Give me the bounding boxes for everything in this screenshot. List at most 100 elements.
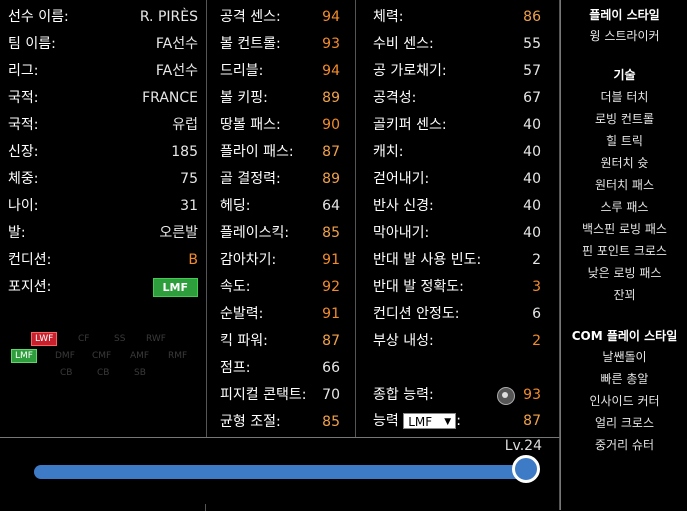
com-style-item: 얼리 크로스 <box>594 416 654 430</box>
stat-row: 피지컬 콘택트: 70 <box>220 382 340 408</box>
overall-value: 93 <box>523 387 541 403</box>
overall-label: 종합 능력: <box>373 387 434 403</box>
level-slider-track[interactable] <box>34 465 526 479</box>
stat-row: 반대 발 사용 빈도: 2 <box>373 247 541 273</box>
stat-value: 90 <box>322 117 340 133</box>
player-info-row: 발: 오른발 <box>8 220 198 246</box>
stat-value: 87 <box>322 144 340 160</box>
player-info-value: B <box>188 252 198 268</box>
position-badge: LMF <box>152 278 198 297</box>
stat-row: 감아차기: 91 <box>220 247 340 273</box>
stat-label: 공격성: <box>373 90 417 106</box>
stat-row: 플레이스킥: 85 <box>220 220 340 246</box>
ability-row: 능력 LMF ▼ : 87 <box>373 408 541 434</box>
stat-label: 골 결정력: <box>220 171 281 187</box>
stat-label: 플라이 패스: <box>220 144 294 160</box>
stat-label: 감아차기: <box>220 252 277 268</box>
ability-position-select[interactable]: LMF ▼ <box>403 413 457 429</box>
player-info-value: 유럽 <box>172 117 198 133</box>
skill-item: 잔꾀 <box>613 288 636 302</box>
stat-label: 순발력: <box>220 306 264 322</box>
stat-value: 66 <box>322 360 340 376</box>
player-info-value: 185 <box>171 144 198 160</box>
stat-row: 순발력: 91 <box>220 301 340 327</box>
skills-heading: 기술 <box>613 68 636 82</box>
com-style-item: 중거리 슈터 <box>594 438 654 452</box>
stat-value: 40 <box>523 198 541 214</box>
stat-row: 골키퍼 센스: 40 <box>373 112 541 138</box>
player-info-row: 컨디션: B <box>8 247 198 273</box>
stat-value: 92 <box>322 279 340 295</box>
stat-row: 반사 신경: 40 <box>373 193 541 219</box>
pos-cb-right: CB <box>97 368 110 378</box>
stat-row: 볼 컨트롤: 93 <box>220 31 340 57</box>
player-info-value: FA선수 <box>155 36 198 52</box>
stat-label: 볼 키핑: <box>220 90 268 106</box>
stats-panel-attack: 공격 센스: 94 볼 컨트롤: 93 드리블: 94 볼 키핑: 89 땅볼 패스: 90 플라이… <box>207 0 356 437</box>
stat-row: 킥 파워: 87 <box>220 328 340 354</box>
pos-amf: AMF <box>130 351 150 361</box>
skill-item: 로빙 컨트롤 <box>594 112 654 126</box>
stat-row: 수비 센스: 55 <box>373 31 541 57</box>
ability-value: 87 <box>523 413 541 429</box>
stat-row: 부상 내성: 2 <box>373 328 541 354</box>
stat-value: 91 <box>322 306 340 322</box>
stat-label: 공 가로채기: <box>373 63 447 79</box>
level-slider-knob[interactable] <box>512 455 540 483</box>
stat-label: 수비 센스: <box>373 36 434 52</box>
skill-item: 핀 포인트 크로스 <box>582 244 667 258</box>
stat-row: 플라이 패스: 87 <box>220 139 340 165</box>
pos-sb: SB <box>134 368 146 378</box>
player-info-label: 국적: <box>8 117 39 133</box>
player-info-value: 31 <box>180 198 198 214</box>
skill-item: 힐 트릭 <box>606 134 643 148</box>
overall-icon <box>497 387 515 405</box>
player-info-label: 나이: <box>8 198 39 214</box>
stat-label: 반대 발 사용 빈도: <box>373 252 482 268</box>
stat-label: 속도: <box>220 279 251 295</box>
ability-select-value: LMF <box>408 415 433 429</box>
stat-value: 64 <box>322 198 340 214</box>
stat-label: 피지컬 콘택트: <box>220 387 307 403</box>
ability-colon: : <box>456 413 461 429</box>
player-info-label: 선수 이름: <box>8 9 69 25</box>
player-info-row: 팀 이름: FA선수 <box>8 31 198 57</box>
player-info-label: 팀 이름: <box>8 36 56 52</box>
pos-lmf: LMF <box>11 349 37 363</box>
stat-row: 공격 센스: 94 <box>220 4 340 30</box>
stat-row: 볼 키핑: 89 <box>220 85 340 111</box>
stat-value: 40 <box>523 171 541 187</box>
skill-item: 백스핀 로빙 패스 <box>582 222 667 236</box>
stat-value: 89 <box>322 90 340 106</box>
stat-value: 40 <box>523 144 541 160</box>
player-info-row: 선수 이름: R. PIRÈS <box>8 4 198 30</box>
com-heading: COM 플레이 스타일 <box>571 329 678 343</box>
playstyle-value: 윙 스트라이커 <box>589 29 660 43</box>
skill-item: 낮은 로빙 패스 <box>587 266 662 280</box>
stat-value: 93 <box>322 36 340 52</box>
com-style-item: 날쌘돌이 <box>602 350 647 364</box>
playstyle-heading: 플레이 스타일 <box>589 8 660 22</box>
player-info-label: 신장: <box>8 144 39 160</box>
player-info-row: 국적: FRANCE <box>8 85 198 111</box>
sidebar-panel: 플레이 스타일 윙 스트라이커 기술 더블 터치로빙 컨트롤힐 트릭원터치 슛원… <box>560 0 687 510</box>
stat-label: 체력: <box>373 9 404 25</box>
pos-rwf: RWF <box>146 334 166 344</box>
dropdown-arrow-icon: ▼ <box>444 417 452 427</box>
skill-item: 원터치 패스 <box>594 178 654 192</box>
player-info-value: LMF <box>152 274 198 300</box>
stats-panel-defense: 체력: 86 수비 센스: 55 공 가로채기: 57 공격성: 67 골키퍼 센스: 40 캐치:… <box>356 0 560 437</box>
stat-row: 땅볼 패스: 90 <box>220 112 340 138</box>
stat-value: 94 <box>322 63 340 79</box>
skill-item: 더블 터치 <box>600 90 649 104</box>
stat-label: 드리블: <box>220 63 264 79</box>
stat-label: 볼 컨트롤: <box>220 36 281 52</box>
skill-item: 원터치 슛 <box>600 156 649 170</box>
level-slider-panel: Lv.24 <box>0 437 560 511</box>
player-info-label: 리그: <box>8 63 39 79</box>
stat-value: 6 <box>532 306 541 322</box>
stat-value: 89 <box>322 171 340 187</box>
stat-value: 55 <box>523 36 541 52</box>
stat-label: 반대 발 정확도: <box>373 279 464 295</box>
stat-label: 플레이스킥: <box>220 225 290 241</box>
